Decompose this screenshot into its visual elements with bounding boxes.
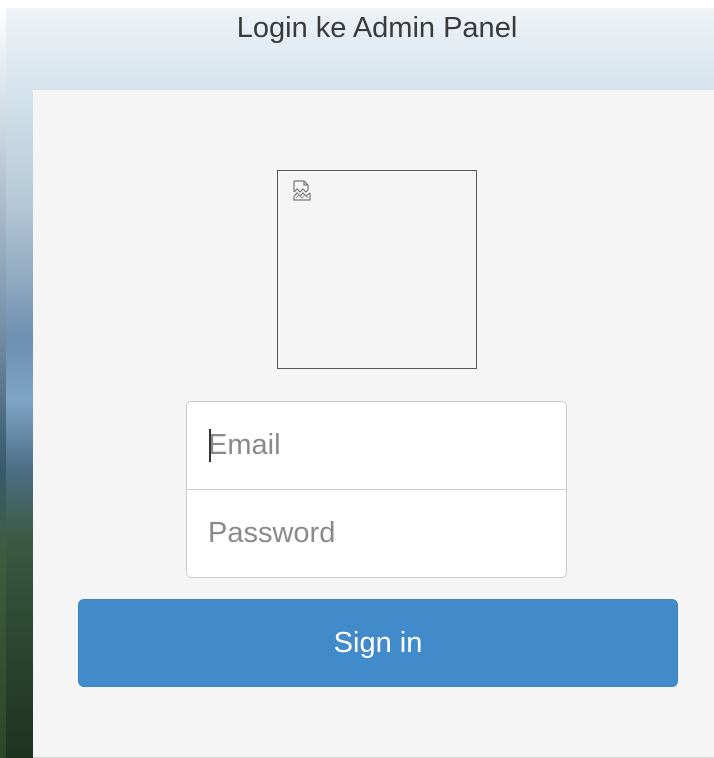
email-field[interactable] (186, 401, 567, 490)
broken-image-icon (293, 180, 311, 201)
logo-image-placeholder (277, 170, 477, 369)
top-strip (0, 0, 714, 8)
page-title: Login ke Admin Panel (236, 12, 518, 44)
sign-in-button[interactable]: Sign in (78, 599, 678, 687)
credentials-field-group (186, 401, 567, 578)
text-cursor (209, 429, 211, 462)
login-panel-bottom (33, 750, 714, 758)
background-edge (0, 6, 6, 758)
password-field[interactable] (186, 489, 567, 578)
